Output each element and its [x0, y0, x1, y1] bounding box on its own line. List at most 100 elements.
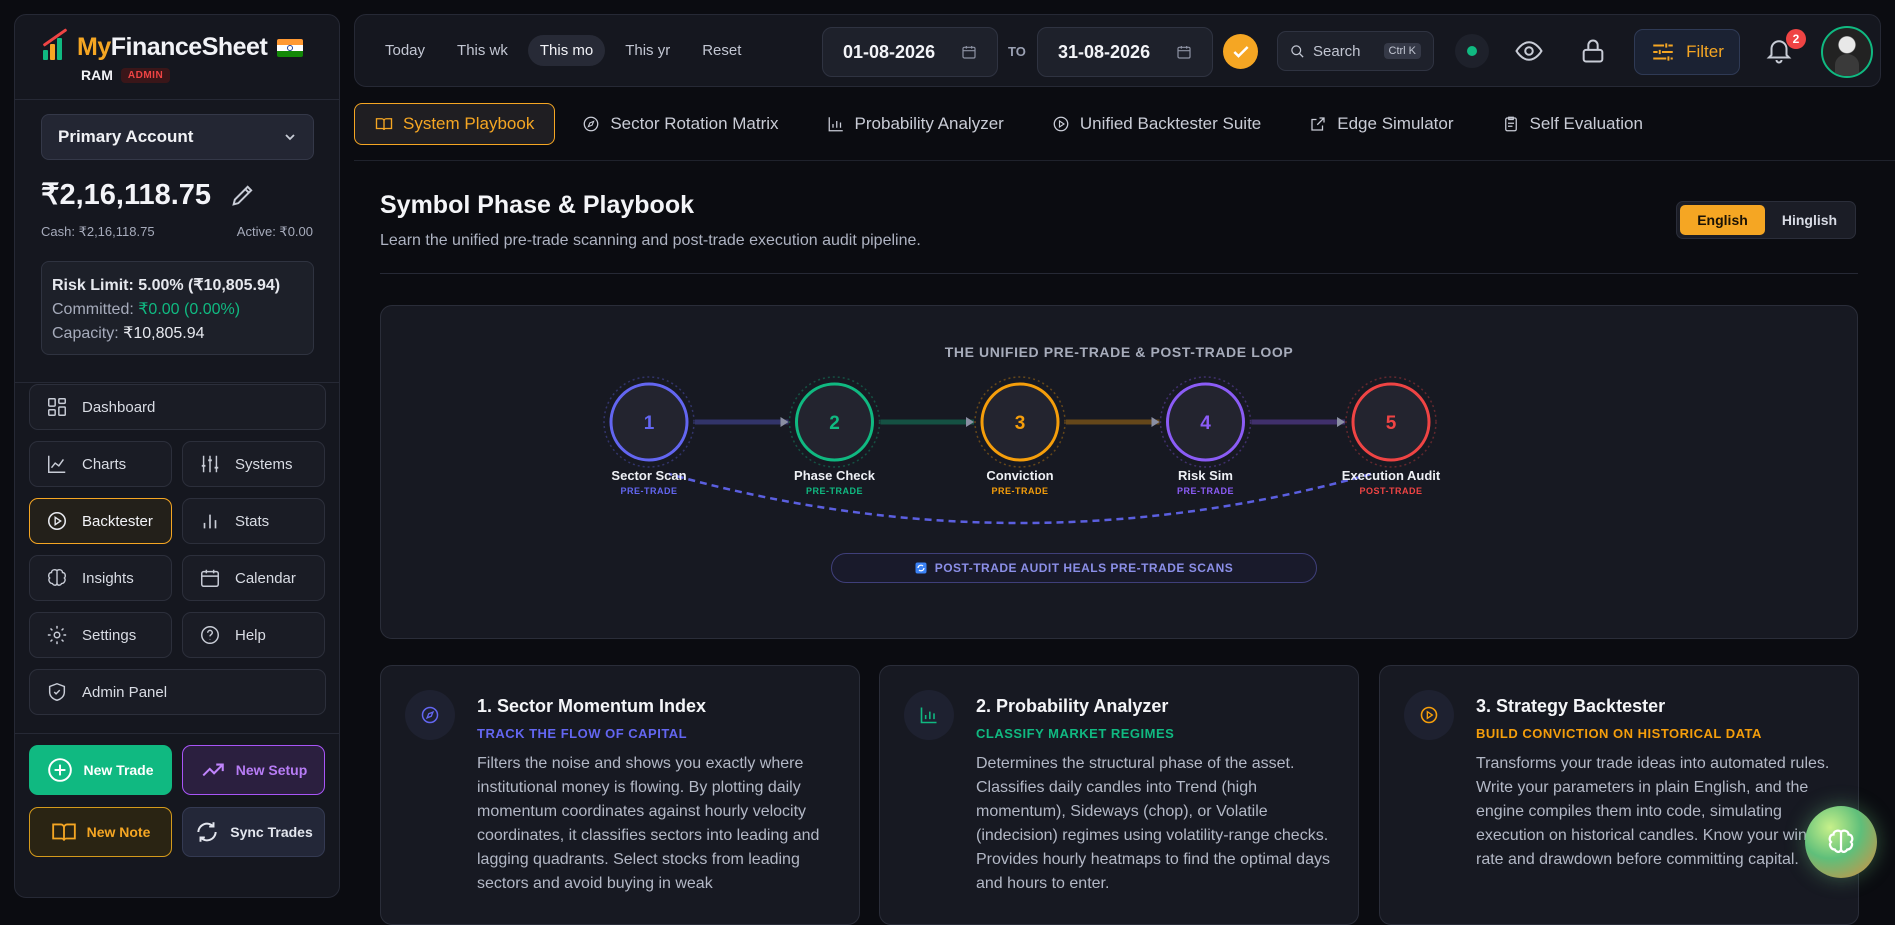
- tab-label: Unified Backtester Suite: [1079, 114, 1262, 133]
- card-title: 2. Probability Analyzer: [976, 696, 1169, 716]
- page-subtitle: Learn the unified pre-trade scanning and…: [380, 232, 921, 249]
- tab-edge-simulator[interactable]: Edge Simulator: [1288, 103, 1474, 145]
- heal-text: POST-TRADE AUDIT HEALS PRE-TRADE SCANS: [934, 561, 1234, 575]
- lang-hinglish-button[interactable]: Hinglish: [1767, 205, 1852, 235]
- book-open-icon: [51, 823, 76, 841]
- nav-dashboard[interactable]: Dashboard: [29, 384, 326, 430]
- range-reset[interactable]: Reset: [690, 35, 753, 66]
- new-note-button[interactable]: New Note: [29, 807, 172, 857]
- ai-assistant-button[interactable]: [1805, 806, 1877, 878]
- lock-button[interactable]: [1577, 35, 1609, 67]
- sync-trades-button[interactable]: Sync Trades: [182, 807, 325, 857]
- notification-badge: 2: [1786, 29, 1806, 49]
- tab-unified-backtester-suite[interactable]: Unified Backtester Suite: [1031, 103, 1282, 145]
- sync-trades-label: Sync Trades: [230, 824, 313, 840]
- visibility-toggle[interactable]: [1513, 35, 1545, 67]
- edit-pencil-icon[interactable]: [229, 181, 257, 209]
- filter-button[interactable]: Filter: [1634, 29, 1740, 75]
- nav-stats[interactable]: Stats: [182, 498, 325, 544]
- play-circle-icon: [1053, 116, 1069, 132]
- nav-charts[interactable]: Charts: [29, 441, 172, 487]
- nav-calendar[interactable]: Calendar: [182, 555, 325, 601]
- card-sector-momentum: 1. Sector Momentum Index TRACK THE FLOW …: [380, 665, 860, 925]
- step-number: 4: [1200, 413, 1211, 434]
- external-link-icon: [1311, 117, 1325, 131]
- chevron-down-icon: [285, 134, 295, 141]
- nav-backtester[interactable]: Backtester: [29, 498, 172, 544]
- new-setup-button[interactable]: New Setup: [182, 745, 325, 795]
- language-toggle: English Hinglish: [1676, 201, 1856, 239]
- heal-pill: POST-TRADE AUDIT HEALS PRE-TRADE SCANS: [831, 553, 1317, 583]
- brain-icon: [1828, 829, 1854, 853]
- card-probability-analyzer: 2. Probability Analyzer CLASSIFY MARKET …: [879, 665, 1359, 925]
- sync-icon: [197, 822, 217, 842]
- connection-status[interactable]: [1455, 34, 1489, 68]
- search-shortcut: Ctrl K: [1383, 43, 1421, 59]
- range-this-year[interactable]: This yr: [613, 35, 682, 66]
- shield-icon: [48, 682, 66, 702]
- range-this-month[interactable]: This mo: [527, 35, 606, 66]
- apply-date-button[interactable]: [1223, 34, 1258, 69]
- divider: [15, 382, 339, 383]
- sync-icon: [915, 562, 927, 574]
- card-strategy-backtester: 3. Strategy Backtester BUILD CONVICTION …: [1379, 665, 1859, 925]
- nav-insights-label: Insights: [82, 569, 134, 587]
- capacity-row: Capacity: ₹10,805.94: [52, 322, 303, 346]
- tab-sector-rotation-matrix[interactable]: Sector Rotation Matrix: [561, 103, 799, 145]
- account-select-value: Primary Account: [58, 127, 194, 146]
- nav-insights[interactable]: Insights: [29, 555, 172, 601]
- module-tabs: System Playbook Sector Rotation Matrix P…: [354, 103, 1664, 147]
- card-body: Filters the noise and shows you exactly …: [477, 755, 820, 892]
- risk-summary: Risk Limit: 5.00% (₹10,805.94) Committed…: [41, 261, 314, 355]
- sliders-icon: [1653, 43, 1673, 61]
- user-avatar[interactable]: [1821, 26, 1873, 78]
- committed-row: Committed: ₹0.00 (0.00%): [52, 298, 303, 322]
- play-circle-icon: [1404, 690, 1454, 740]
- top-toolbar: Today This wk This mo This yr Reset 01-0…: [354, 14, 1881, 87]
- card-subtitle: CLASSIFY MARKET REGIMES: [976, 726, 1175, 741]
- play-circle-icon: [47, 511, 67, 531]
- range-today[interactable]: Today: [373, 35, 437, 66]
- nav-settings-label: Settings: [82, 626, 137, 644]
- india-flag-icon: [277, 38, 304, 57]
- account-balance: ₹2,16,118.75: [41, 177, 257, 212]
- new-trade-button[interactable]: New Trade: [29, 745, 172, 795]
- range-this-week[interactable]: This wk: [445, 35, 520, 66]
- user-name: RAM: [81, 67, 113, 83]
- tab-probability-analyzer[interactable]: Probability Analyzer: [806, 103, 1025, 145]
- tab-self-evaluation[interactable]: Self Evaluation: [1481, 103, 1664, 145]
- user-info: RAM ADMIN: [81, 67, 171, 83]
- date-from-input[interactable]: 01-08-2026: [822, 27, 998, 77]
- nav-settings[interactable]: Settings: [29, 612, 172, 658]
- step-label: Conviction: [986, 468, 1054, 483]
- search-button[interactable]: Search Ctrl K: [1277, 31, 1434, 71]
- lang-english-button[interactable]: English: [1680, 205, 1765, 235]
- risk-limit: Risk Limit: 5.00% (₹10,805.94): [52, 277, 281, 294]
- loop-arrowhead: [1337, 417, 1345, 427]
- divider: [15, 733, 339, 734]
- brand-logo[interactable]: MyFinanceSheet: [41, 27, 304, 62]
- card-title: 3. Strategy Backtester: [1476, 696, 1666, 716]
- step-tag: POST-TRADE: [1359, 486, 1423, 496]
- card-subtitle: TRACK THE FLOW OF CAPITAL: [477, 726, 688, 741]
- plus-circle-icon: [48, 758, 73, 782]
- nav-help[interactable]: Help: [182, 612, 325, 658]
- notifications-button[interactable]: 2: [1764, 29, 1806, 69]
- help-circle-icon: [201, 626, 219, 644]
- tab-system-playbook[interactable]: System Playbook: [354, 103, 556, 145]
- account-select[interactable]: Primary Account: [41, 114, 314, 160]
- step-label: Risk Sim: [1178, 468, 1233, 483]
- sliders-icon: [201, 455, 219, 473]
- nav-systems[interactable]: Systems: [182, 441, 325, 487]
- step-tag: PRE-TRADE: [1176, 486, 1234, 496]
- committed-value: ₹0.00 (0.00%): [138, 301, 241, 318]
- brain-icon: [48, 569, 66, 586]
- brand-name-part1: My: [77, 33, 111, 61]
- divider: [15, 99, 339, 100]
- nav-admin-panel[interactable]: Admin Panel: [29, 669, 326, 715]
- sidebar: MyFinanceSheet RAM ADMIN Primary Account…: [14, 14, 340, 898]
- to-label: TO: [1008, 44, 1026, 59]
- main-content: Symbol Phase & Playbook Learn the unifie…: [354, 161, 1895, 925]
- date-to-input[interactable]: 31-08-2026: [1037, 27, 1213, 77]
- brand-name: MyFinanceSheet: [77, 33, 268, 62]
